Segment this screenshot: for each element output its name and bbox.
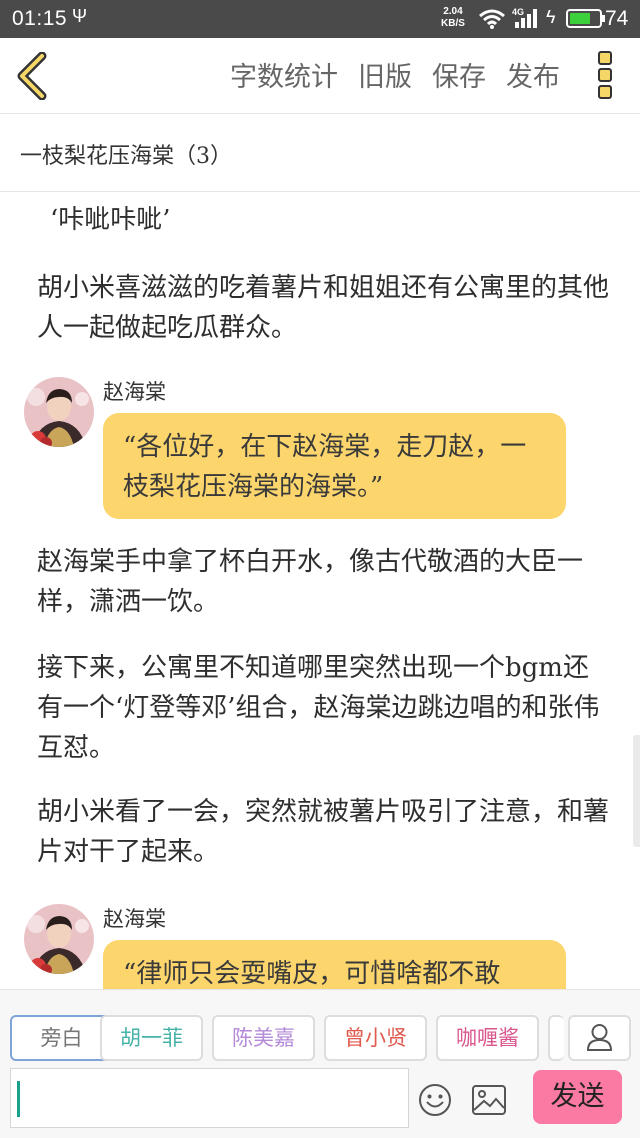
role-chip[interactable]: 曾小贤	[324, 1015, 427, 1061]
publish-button[interactable]: 发布	[506, 55, 560, 94]
old-version-button[interactable]: 旧版	[358, 55, 412, 94]
scroll-handle[interactable]	[633, 735, 640, 847]
wifi-icon	[479, 9, 505, 29]
signal-icon: 4G	[512, 6, 540, 35]
role-chip[interactable]: 陈美嘉	[212, 1015, 315, 1061]
narration-paragraph: 胡小米看了一会，突然就被薯片吸引了注意，和薯片对干了起来。	[37, 797, 610, 867]
user-icon	[586, 1024, 613, 1051]
more-icon	[598, 85, 612, 99]
story-content[interactable]: ‘咔呲咔呲’ 胡小米喜滋滋的吃着薯片和姐姐还有公寓里的其他人一起做起吃瓜群众。 …	[0, 192, 640, 989]
status-time: 01:15	[12, 7, 68, 30]
role-chip-overflow[interactable]	[548, 1015, 564, 1061]
message-input[interactable]	[10, 1068, 409, 1128]
editor-toolbar: 字数统计 旧版 保存 发布	[0, 38, 640, 114]
avatar[interactable]	[24, 377, 94, 447]
chevron-left-icon	[17, 51, 47, 101]
narration-paragraph: 赵海棠手中拿了杯白开水，像古代敬酒的大臣一样，潇洒一饮。	[37, 547, 584, 617]
word-count-button[interactable]: 字数统计	[230, 55, 338, 94]
role-chip[interactable]: 咖喱酱	[436, 1015, 539, 1061]
svg-text:4G: 4G	[512, 7, 524, 17]
role-chip-narrator[interactable]: 旁白	[10, 1015, 113, 1061]
manage-roles-button[interactable]	[568, 1015, 631, 1061]
more-menu-button[interactable]	[596, 51, 614, 101]
avatar[interactable]	[24, 904, 94, 974]
status-bar: 01:15 Ψ 2.04 KB/S 4G ϟ 74	[0, 0, 640, 38]
more-icon	[598, 51, 612, 65]
chapter-title: 一枝梨花压海棠（3）	[20, 144, 232, 169]
narration-paragraph: ‘咔呲咔呲’	[50, 205, 171, 235]
toolbar-actions: 字数统计 旧版 保存 发布	[210, 52, 560, 96]
chapter-title-bar[interactable]: 一枝梨花压海棠（3）	[0, 114, 640, 192]
battery-icon	[566, 9, 602, 28]
more-icon	[598, 68, 612, 82]
battery-fill	[570, 13, 590, 24]
narration-paragraph: 胡小米喜滋滋的吃着薯片和姐姐还有公寓里的其他人一起做起吃瓜群众。	[37, 273, 610, 343]
send-button[interactable]: 发送	[533, 1070, 622, 1124]
dialog-bubble[interactable]: “各位好，在下赵海棠，走刀赵，一枝梨花压海棠的海棠。”	[103, 413, 566, 519]
text-caret	[17, 1081, 20, 1117]
battery-level: 74	[605, 7, 629, 30]
dialog-bubble[interactable]: “律师只会耍嘴皮，可惜啥都不敢	[103, 940, 566, 989]
narration-paragraph: 接下来，公寓里不知道哪里突然出现一个bgm还有一个‘灯登等邓’组合，赵海棠边跳边…	[37, 653, 600, 763]
emoji-icon[interactable]	[418, 1083, 452, 1117]
usb-icon: Ψ	[72, 6, 88, 26]
speaker-name: 赵海棠	[103, 907, 166, 931]
avatar-image	[24, 904, 94, 974]
role-chip[interactable]: 胡一菲	[100, 1015, 203, 1061]
charging-icon: ϟ	[546, 7, 556, 27]
image-icon[interactable]	[471, 1083, 507, 1117]
avatar-image	[24, 377, 94, 447]
role-selector: 旁白 胡一菲 陈美嘉 曾小贤 咖喱酱	[0, 990, 640, 1061]
composer: 旁白 胡一菲 陈美嘉 曾小贤 咖喱酱 发送	[0, 989, 640, 1138]
net-speed: 2.04 KB/S	[441, 6, 465, 29]
back-button[interactable]	[14, 51, 54, 101]
speaker-name: 赵海棠	[103, 380, 166, 404]
save-button[interactable]: 保存	[432, 55, 486, 94]
